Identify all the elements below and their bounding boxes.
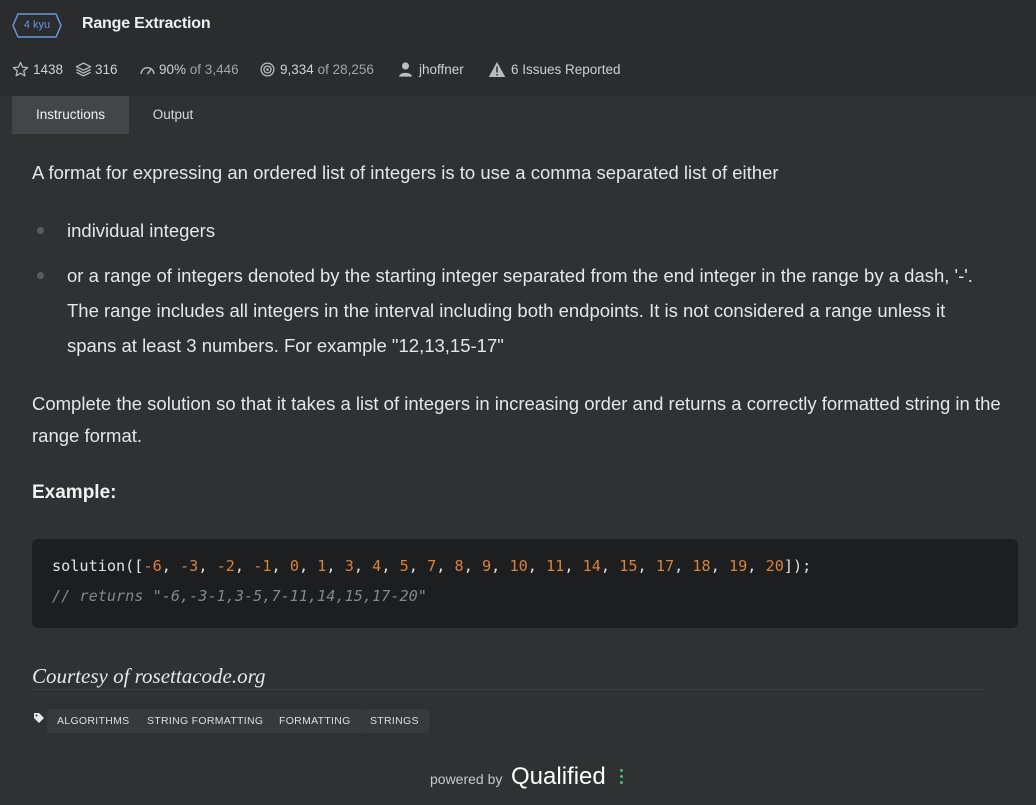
tab-instructions[interactable]: Instructions — [12, 96, 129, 134]
code-number: 19 — [729, 557, 748, 575]
completed-total: of 28,256 — [317, 62, 374, 77]
code-number: 20 — [765, 557, 784, 575]
code-punctuation: , — [747, 557, 766, 575]
code-punctuation: , — [710, 557, 729, 575]
kata-title: Range Extraction — [82, 15, 211, 32]
code-punctuation: , — [408, 557, 428, 575]
tag-icon — [34, 713, 44, 723]
code-punctuation: , — [463, 557, 482, 575]
code-punctuation: , — [234, 557, 254, 575]
warning-icon — [488, 62, 506, 77]
code-punctuation: , — [326, 557, 345, 575]
code-comment: // returns "-6,-3-1,3-5,7-11,14,15,17-20… — [52, 587, 427, 605]
list-item-continued: The range includes all integers in the i… — [67, 300, 946, 321]
code-punctuation: , — [353, 557, 373, 575]
divider — [32, 689, 984, 690]
bullet-dot — [37, 272, 44, 279]
code-number: 4 — [372, 557, 382, 575]
courtesy-note: Courtesy of rosettacode.org — [32, 664, 266, 688]
list-item: individual integers — [67, 220, 216, 241]
star-icon — [12, 61, 29, 77]
satisfaction-icon — [140, 66, 155, 75]
code-punctuation: , — [198, 557, 217, 575]
code-line: solution([-6, -3, -2, -1, 0, 1, 3, 4, 5,… — [52, 557, 811, 575]
code-number: 5 — [399, 557, 409, 575]
code-punctuation: , — [600, 557, 620, 575]
code-punctuation: , — [298, 557, 318, 575]
brand-logo: Qualified — [511, 763, 606, 790]
kata-header: 4 kyu Range Extraction 1438 316 90% of 3… — [0, 0, 1036, 96]
author-icon — [399, 62, 412, 77]
tag-string-formatting[interactable]: STRING FORMATTING — [137, 709, 274, 733]
bullet-dot — [37, 227, 44, 234]
code-number: 9 — [481, 557, 492, 575]
code-number: 15 — [619, 557, 638, 575]
list-item-continued: spans at least 3 numbers. For example "1… — [67, 335, 504, 356]
intro-paragraph: A format for expressing an ordered list … — [32, 162, 779, 183]
code-number: -6 — [143, 557, 162, 575]
task-paragraph: Complete the solution so that it takes a… — [32, 393, 1001, 446]
code-function: solution([ — [52, 557, 144, 575]
tag-formatting[interactable]: FORMATTING — [269, 709, 361, 733]
code-number: -2 — [216, 557, 235, 575]
code-number: 18 — [692, 557, 711, 575]
code-number: 3 — [344, 557, 354, 575]
collections-count: 316 — [95, 62, 118, 77]
tag-strings[interactable]: STRINGS — [360, 709, 429, 733]
code-punctuation: ]); — [783, 557, 812, 575]
code-punctuation: , — [674, 557, 693, 575]
list-item: or a range of integers denoted by the st… — [67, 265, 973, 286]
stars-count: 1438 — [33, 62, 64, 77]
completed-icon — [260, 62, 275, 77]
code-punctuation: , — [564, 557, 583, 575]
code-punctuation: , — [491, 557, 510, 575]
brand-dots-icon — [620, 766, 624, 786]
code-number: 7 — [427, 557, 437, 575]
code-number: 10 — [509, 557, 528, 575]
completed-count: 9,334 — [280, 62, 314, 77]
code-number: 0 — [289, 557, 299, 575]
tag-algorithms[interactable]: ALGORITHMS — [47, 709, 140, 733]
collection-icon — [75, 62, 92, 77]
code-number: 11 — [546, 557, 565, 575]
powered-by-label: powered by — [430, 771, 503, 787]
tab-output[interactable]: Output — [133, 96, 213, 134]
code-punctuation: , — [271, 557, 290, 575]
author-name: jhoffner — [419, 62, 464, 77]
code-punctuation: , — [637, 557, 656, 575]
example-heading: Example: — [32, 482, 117, 503]
code-number: 17 — [655, 557, 675, 575]
rank-badge: 4 kyu — [12, 13, 62, 38]
code-punctuation: , — [161, 557, 181, 575]
code-number: 8 — [454, 557, 464, 575]
code-punctuation: , — [381, 557, 400, 575]
code-block[interactable]: solution([-6, -3, -2, -1, 0, 1, 3, 4, 5,… — [32, 539, 1018, 628]
code-number: -1 — [253, 557, 272, 575]
kata-description: A format for expressing an ordered list … — [0, 134, 1036, 805]
code-punctuation: , — [436, 557, 455, 575]
satisfaction-percent: 90% — [159, 62, 187, 77]
code-punctuation: , — [527, 557, 547, 575]
code-number: -3 — [180, 557, 199, 575]
satisfaction-total: of 3,446 — [189, 62, 239, 77]
issues-count: 6 Issues Reported — [511, 62, 621, 77]
code-number: 14 — [582, 557, 601, 575]
rank-label: 4 kyu — [23, 19, 51, 31]
